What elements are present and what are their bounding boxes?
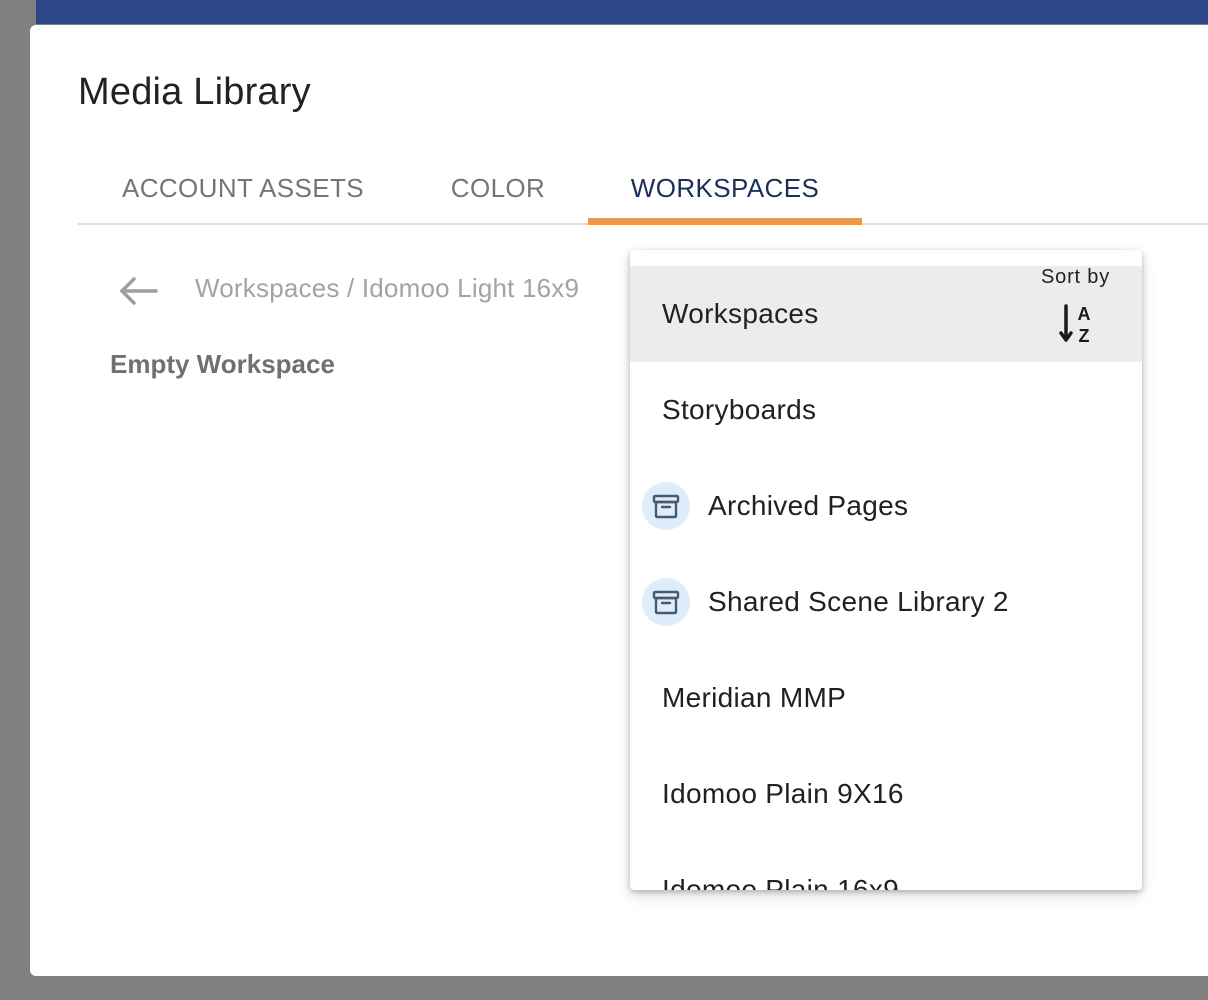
dropdown-item-shared-scene-library-2[interactable]: Shared Scene Library 2: [630, 554, 1142, 650]
dropdown-item-idomoo-plain-16x9[interactable]: Idomoo Plain 16x9: [630, 842, 1142, 890]
dropdown-item-label: Storyboards: [662, 394, 817, 425]
workspace-dropdown-menu: Workspaces Sort by A Z Storyboards Archi…: [630, 250, 1142, 890]
sort-by-label: Sort by: [1041, 266, 1110, 288]
dropdown-item-storyboards[interactable]: Storyboards: [630, 362, 1142, 458]
active-tab-indicator: [588, 218, 862, 225]
dropdown-item-label: Shared Scene Library 2: [708, 586, 1009, 617]
tab-bar: ACCOUNT ASSETS COLOR WORKSPACES: [78, 153, 1208, 225]
app-top-bar: [36, 0, 1208, 24]
tab-workspaces[interactable]: WORKSPACES: [588, 153, 862, 223]
back-arrow-icon[interactable]: [116, 271, 160, 311]
svg-text:A: A: [1078, 304, 1091, 324]
sort-alpha-ascending-icon[interactable]: A Z: [1058, 302, 1094, 346]
archive-icon: [642, 578, 690, 626]
dialog-title: Media Library: [78, 71, 311, 113]
tab-account-assets[interactable]: ACCOUNT ASSETS: [78, 153, 408, 223]
breadcrumb: Workspaces / Idomoo Light 16x9: [195, 273, 580, 303]
dropdown-item-label: Archived Pages: [708, 490, 909, 521]
empty-workspace-label: Empty Workspace: [110, 349, 335, 379]
dropdown-item-label: Idomoo Plain 16x9: [662, 874, 900, 890]
dropdown-item-meridian-mmp[interactable]: Meridian MMP: [630, 650, 1142, 746]
dropdown-item-label: Meridian MMP: [662, 682, 847, 713]
dropdown-item-label: Idomoo Plain 9X16: [662, 778, 904, 809]
svg-text:Z: Z: [1079, 326, 1090, 346]
dropdown-header-label: Workspaces: [662, 298, 819, 329]
dropdown-item-archived-pages[interactable]: Archived Pages: [630, 458, 1142, 554]
dropdown-item-idomoo-plain-9x16[interactable]: Idomoo Plain 9X16: [630, 746, 1142, 842]
archive-icon: [642, 482, 690, 530]
tab-color[interactable]: COLOR: [408, 153, 588, 223]
